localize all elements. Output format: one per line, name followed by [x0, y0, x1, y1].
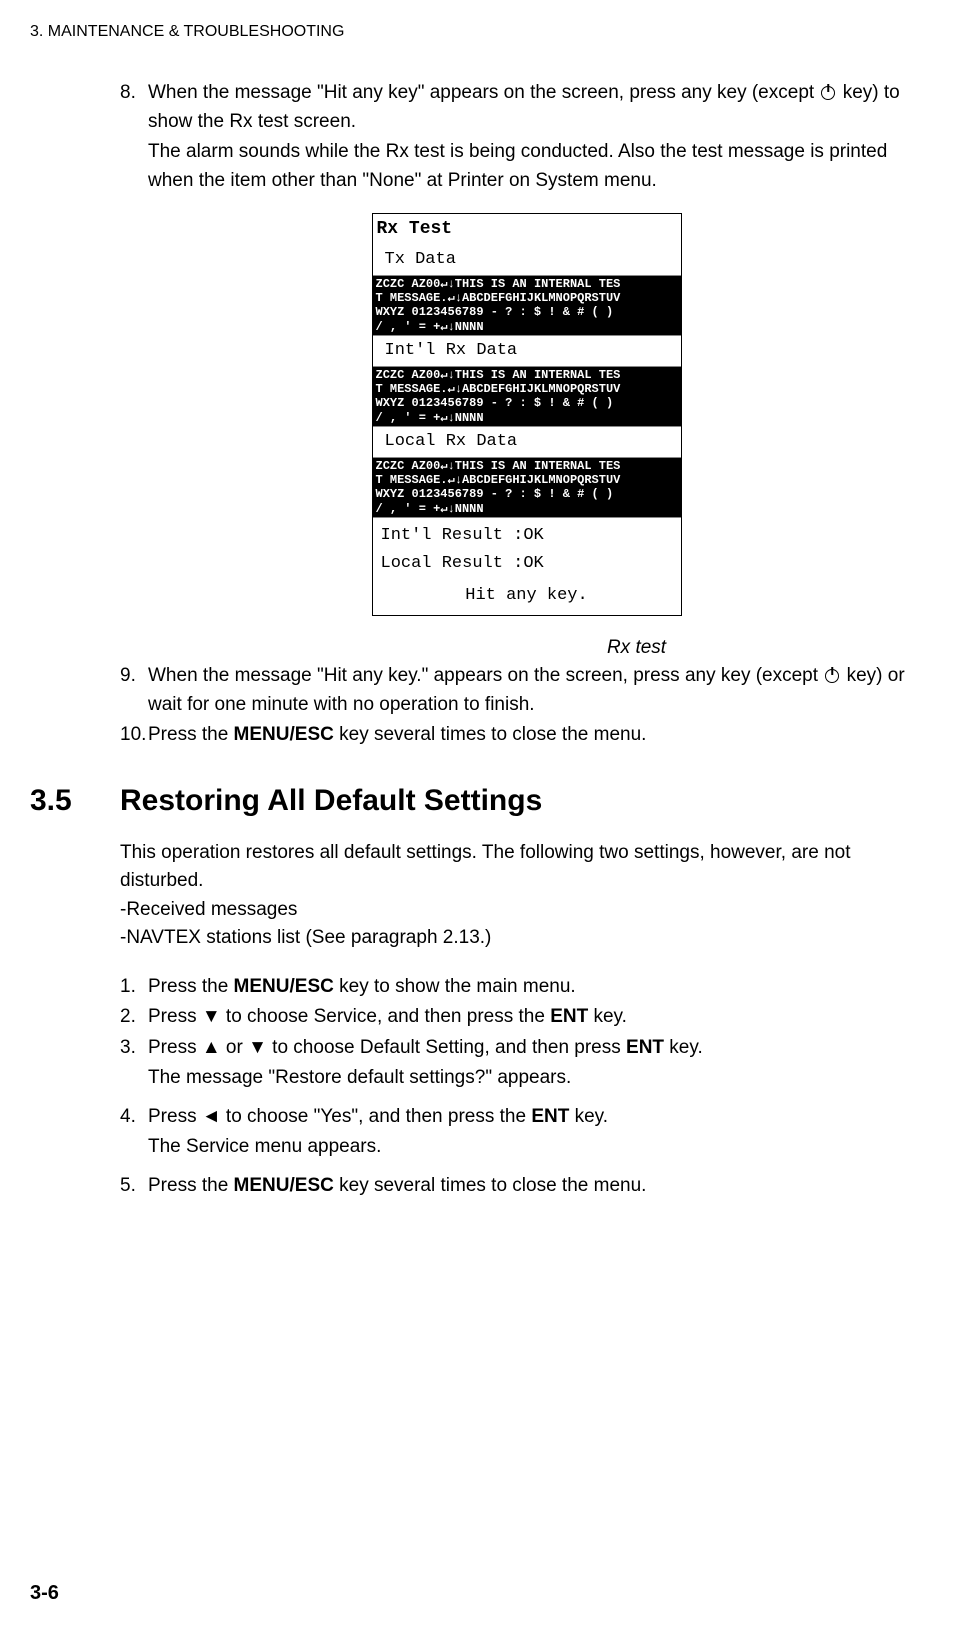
step-text: When the message "Hit any key." appears … — [148, 662, 933, 719]
text: key several times to close the menu. — [334, 1175, 647, 1196]
step-number: 9. — [120, 662, 148, 719]
text: Press ◄ to choose "Yes", and then press … — [148, 1106, 531, 1127]
step-8: 8. When the message "Hit any key" appear… — [120, 79, 933, 136]
intro-paragraph: This operation restores all default sett… — [120, 839, 933, 896]
tx-data-label: Tx Data — [373, 245, 681, 276]
intl-result: Int'l Result :OK — [381, 522, 673, 550]
step-subtext: The alarm sounds while the Rx test is be… — [148, 138, 933, 195]
rx-test-screenshot: Rx Test Tx Data ZCZC AZ00↵↓THIS IS AN IN… — [372, 213, 682, 616]
results: Int'l Result :OK Local Result :OK Hit an… — [373, 517, 681, 615]
text: Press the — [148, 724, 234, 745]
step-subtext: The message "Restore default settings?" … — [148, 1064, 933, 1093]
text: key. — [664, 1037, 703, 1058]
intl-rx-data-label: Int'l Rx Data — [373, 335, 681, 367]
text: key to show the main menu. — [334, 976, 576, 997]
section-title: Restoring All Default Settings — [120, 778, 542, 823]
power-icon — [821, 86, 835, 100]
text: When the message "Hit any key." appears … — [148, 665, 823, 686]
text: key. — [569, 1106, 608, 1127]
step-5: 5. Press the MENU/ESC key several times … — [120, 1172, 933, 1201]
key-name: MENU/ESC — [234, 976, 334, 997]
step-number: 8. — [120, 79, 148, 136]
local-result: Local Result :OK — [381, 550, 673, 578]
text: Press the — [148, 976, 234, 997]
step-4: 4. Press ◄ to choose "Yes", and then pre… — [120, 1103, 933, 1132]
step-text: Press ▼ to choose Service, and then pres… — [148, 1003, 933, 1032]
page-header: 3. MAINTENANCE & TROUBLESHOOTING — [30, 20, 938, 44]
text: When the message "Hit any key" appears o… — [148, 82, 819, 103]
step-text: Press the MENU/ESC key several times to … — [148, 721, 933, 750]
text: key. — [588, 1006, 627, 1027]
figure-caption: Rx test — [340, 634, 933, 663]
key-name: MENU/ESC — [234, 724, 334, 745]
data-block: ZCZC AZ00↵↓THIS IS AN INTERNAL TES T MES… — [373, 458, 681, 518]
section-heading: 3.5 Restoring All Default Settings — [30, 778, 933, 823]
box-title: Rx Test — [373, 214, 681, 245]
figure-rx-test: Rx Test Tx Data ZCZC AZ00↵↓THIS IS AN IN… — [120, 213, 933, 616]
text: key several times to close the menu. — [334, 724, 647, 745]
step-text: Press ▲ or ▼ to choose Default Setting, … — [148, 1034, 933, 1063]
hit-any-key: Hit any key. — [381, 577, 673, 611]
intro-item: -NAVTEX stations list (See paragraph 2.1… — [120, 924, 933, 953]
section-number: 3.5 — [30, 778, 120, 823]
step-text: When the message "Hit any key" appears o… — [148, 79, 933, 136]
step-9: 9. When the message "Hit any key." appea… — [120, 662, 933, 719]
data-block: ZCZC AZ00↵↓THIS IS AN INTERNAL TES T MES… — [373, 367, 681, 427]
data-block: ZCZC AZ00↵↓THIS IS AN INTERNAL TES T MES… — [373, 276, 681, 336]
step-text: Press the MENU/ESC key to show the main … — [148, 973, 933, 1002]
step-2: 2. Press ▼ to choose Service, and then p… — [120, 1003, 933, 1032]
intro-item: -Received messages — [120, 896, 933, 925]
step-number: 1. — [120, 973, 148, 1002]
step-10: 10. Press the MENU/ESC key several times… — [120, 721, 933, 750]
local-rx-data-label: Local Rx Data — [373, 426, 681, 458]
text: Press ▼ to choose Service, and then pres… — [148, 1006, 550, 1027]
page-number: 3-6 — [30, 1578, 59, 1608]
step-text: Press ◄ to choose "Yes", and then press … — [148, 1103, 933, 1132]
step-1: 1. Press the MENU/ESC key to show the ma… — [120, 973, 933, 1002]
step-number: 10. — [120, 721, 148, 750]
step-number: 4. — [120, 1103, 148, 1132]
step-number: 3. — [120, 1034, 148, 1063]
step-text: Press the MENU/ESC key several times to … — [148, 1172, 933, 1201]
key-name: ENT — [531, 1106, 569, 1127]
step-number: 5. — [120, 1172, 148, 1201]
key-name: ENT — [626, 1037, 664, 1058]
key-name: ENT — [550, 1006, 588, 1027]
step-subtext: The Service menu appears. — [148, 1133, 933, 1162]
key-name: MENU/ESC — [234, 1175, 334, 1196]
text: Press the — [148, 1175, 234, 1196]
power-icon — [825, 669, 839, 683]
text: Press ▲ or ▼ to choose Default Setting, … — [148, 1037, 626, 1058]
step-number: 2. — [120, 1003, 148, 1032]
step-3: 3. Press ▲ or ▼ to choose Default Settin… — [120, 1034, 933, 1063]
